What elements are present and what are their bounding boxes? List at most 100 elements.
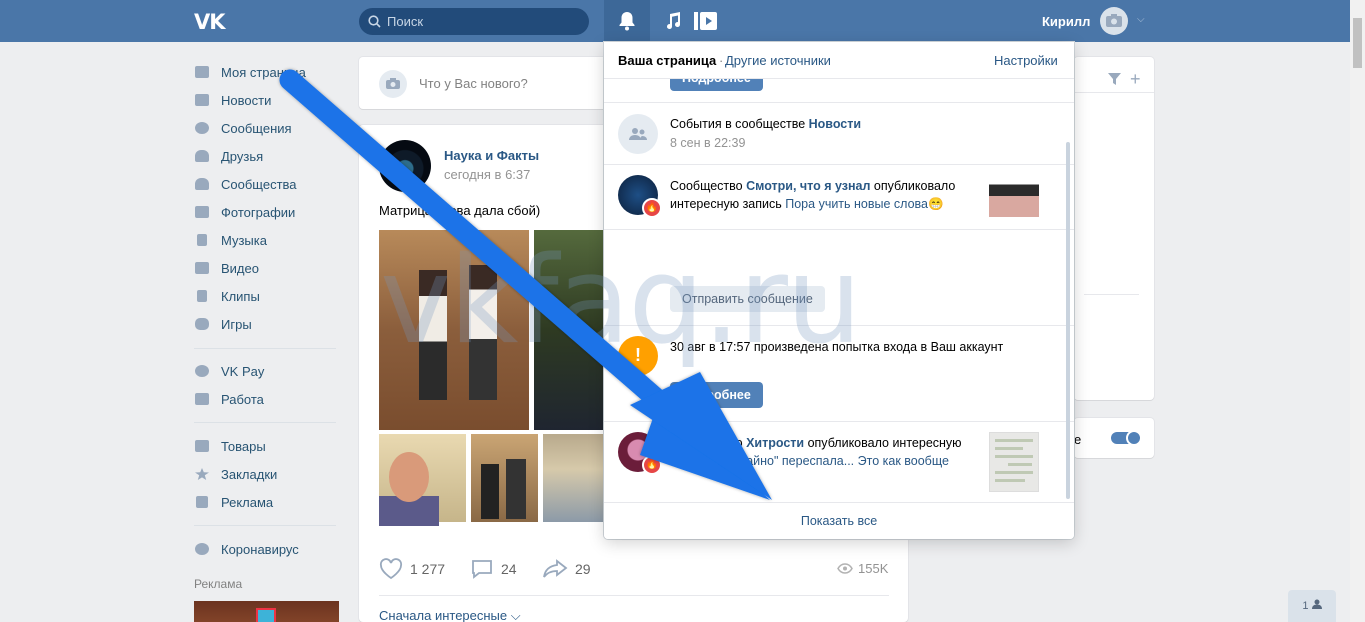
post-photo-3[interactable] [379,434,466,526]
community-link[interactable]: Новости [809,117,861,131]
sidebar-item-photos[interactable]: Фотографии [194,202,295,222]
music-icon[interactable] [664,11,682,31]
community-link[interactable]: Смотри, что я узнал [746,179,870,193]
post-author-name[interactable]: Наука и Факты [444,148,539,163]
fire-icon: 🔥 [642,198,662,218]
sidebar-item-groups[interactable]: Сообщества [194,174,297,194]
toggle-label: е [1074,432,1082,447]
notification-date[interactable]: 8 сен в 22:39 [670,136,745,150]
sidebar-item-news[interactable]: Новости [194,90,271,110]
notification-divider [604,421,1074,422]
notification-item-1[interactable]: События в сообществе Новости [670,115,861,133]
notification-item-2[interactable]: Сообщество Смотри, что я узнал опубликов… [670,177,970,213]
sidebar-item-messages[interactable]: Сообщения [194,118,292,138]
plus-icon[interactable]: + [1130,69,1141,90]
comment-icon [472,560,492,579]
share-count: 29 [575,561,591,577]
notification-item-5[interactable]: Сообщество Хитрости опубликовало интерес… [670,434,970,470]
search-icon [368,15,381,28]
user-avatar[interactable] [1100,7,1128,35]
chevron-down-icon[interactable]: ⌵ [1137,14,1145,25]
share-icon [543,559,568,578]
views-count: 155K [858,561,889,576]
sidebar-item-goods[interactable]: Товары [194,436,266,456]
sidebar-item-clips[interactable]: Клипы [194,286,260,306]
chat-button[interactable]: 1 [1288,590,1336,622]
sidebar-item-ads[interactable]: Реклама [194,492,273,512]
details-button[interactable]: Подробнее [670,382,763,408]
notification-item-4[interactable]: 30 авг в 17:57 произведена попытка входа… [670,338,1003,356]
post-text: Матрица снова дала сбой) [379,203,541,218]
tab-other-sources[interactable]: Другие источники [725,53,831,68]
friends-icon [194,149,210,163]
post-link[interactable]: Пора учить новые слова😁 [785,197,943,211]
notification-divider [604,229,1074,230]
like-button[interactable]: 1 277 [379,558,445,580]
right-toggle-panel: е [1074,418,1154,458]
video-play-icon[interactable] [694,11,718,31]
news-icon [194,93,210,107]
ads-icon [194,495,210,509]
notification-divider [604,164,1074,165]
community-link[interactable]: Хитрости [746,436,804,450]
community-events-icon[interactable] [618,114,658,154]
post-photo-5[interactable] [543,434,605,522]
notifications-scrollbar[interactable] [1066,142,1070,499]
home-icon [194,65,210,79]
heart-icon [379,558,403,580]
sidebar-item-label: Товары [221,438,266,454]
notifications-settings-link[interactable]: Настройки [994,53,1058,68]
sidebar-item-music[interactable]: Музыка [194,230,267,250]
sidebar-item-label: Фотографии [221,204,296,220]
share-button[interactable]: 29 [542,558,591,580]
notifications-dropdown: Ваша страница · Другие источники Настрой… [604,42,1074,539]
sidebar-item-games[interactable]: Игры [194,314,252,334]
post-divider [379,595,889,596]
goods-icon [194,439,210,453]
post-link[interactable]: "Случайно" переспала... Это как вообще [713,454,949,468]
notification-divider [604,325,1074,326]
clips-icon [194,289,210,303]
sidebar-item-coronavirus[interactable]: Коронавирус [194,539,299,559]
sidebar-item-label: Реклама [221,494,274,510]
show-all-link[interactable]: Показать все [604,502,1074,539]
send-message-button[interactable]: Отправить сообщение [670,286,825,312]
ad-image[interactable] [194,601,339,622]
sidebar-item-label: Клипы [221,288,260,304]
toggle-switch[interactable] [1111,430,1142,446]
notification-text: Сообщество [670,436,747,450]
filter-icon[interactable] [1108,73,1121,85]
post-date[interactable]: сегодня в 6:37 [444,167,530,182]
sidebar-item-vkpay[interactable]: VK Pay [194,361,264,381]
page-scrollbar[interactable] [1350,0,1365,622]
comment-count: 24 [501,561,517,577]
comment-button[interactable]: 24 [470,558,517,580]
sidebar-item-my-page[interactable]: Моя страница [194,62,306,82]
sidebar-item-work[interactable]: Работа [194,389,264,409]
notification-thumbnail[interactable] [989,179,1039,217]
composer-placeholder[interactable]: Что у Вас нового? [419,76,528,91]
scrollbar-thumb[interactable] [1353,18,1362,68]
comments-sort-dropdown[interactable]: Сначала интересные ⌵ [379,608,521,622]
sidebar-item-video[interactable]: Видео [194,258,259,278]
notification-thumbnail[interactable] [989,432,1039,492]
sidebar-divider [194,348,336,349]
notifications-button[interactable] [604,0,650,42]
ad-label: Реклама [194,577,243,591]
post-photo-1[interactable] [379,230,529,430]
sidebar-item-label: Игры [221,316,252,332]
sidebar-item-label: Видео [221,260,259,276]
camera-icon [1106,14,1122,27]
sidebar-item-label: Сообщества [221,176,297,192]
user-name[interactable]: Кирилл [1042,14,1090,29]
sidebar-item-bookmarks[interactable]: Закладки [194,464,277,484]
games-icon [194,317,210,331]
post-author-avatar[interactable] [379,140,431,192]
sidebar-item-label: Музыка [221,232,267,248]
sidebar-item-friends[interactable]: Друзья [194,146,263,166]
post-photo-2[interactable] [534,230,604,430]
vk-logo[interactable]: VK [194,10,226,34]
search-input[interactable]: Поиск [359,8,589,35]
post-photo-4[interactable] [471,434,538,522]
tab-my-page[interactable]: Ваша страница [618,53,716,68]
